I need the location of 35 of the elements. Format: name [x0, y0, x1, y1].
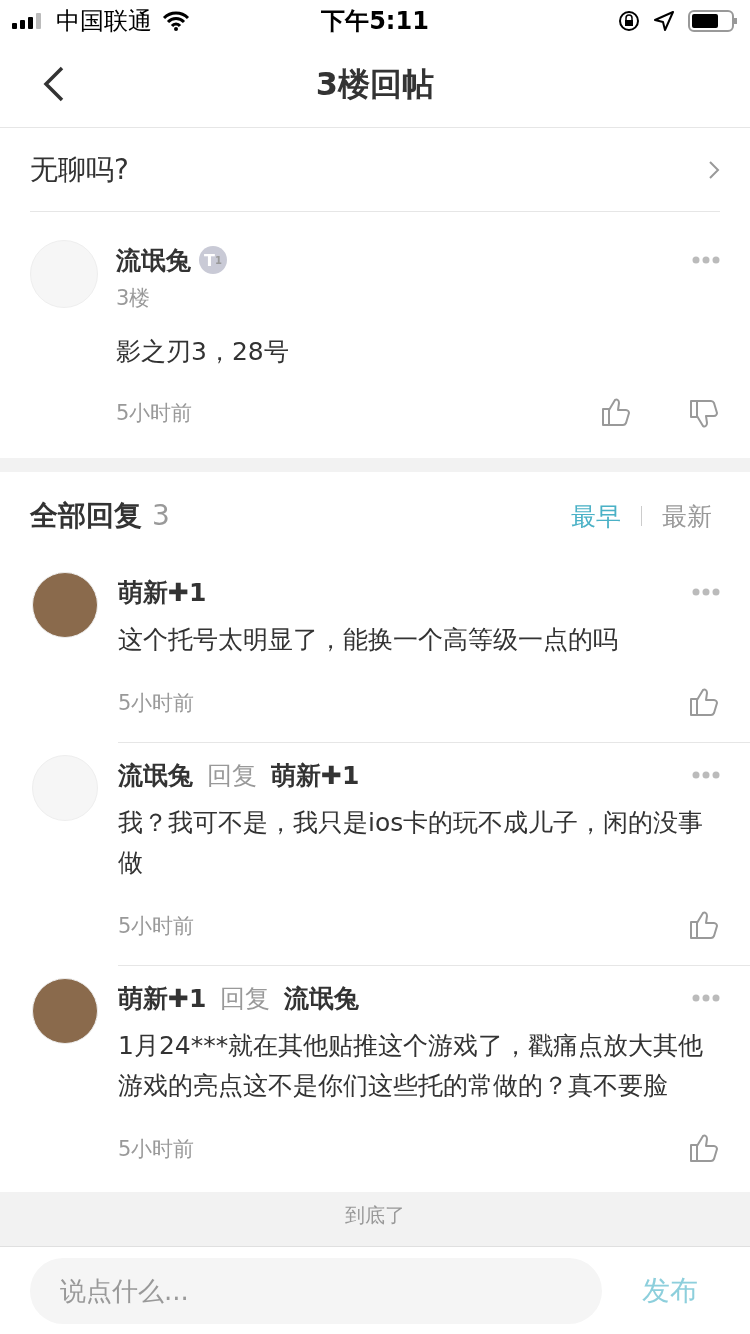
back-icon[interactable] — [42, 66, 66, 102]
username[interactable]: 流氓兔 — [118, 758, 193, 792]
reply-time: 5小时前 — [118, 690, 195, 717]
battery-icon — [688, 10, 738, 32]
reply-time: 5小时前 — [118, 913, 195, 940]
more-icon[interactable] — [692, 771, 720, 779]
carrier-name: 中国联通 — [56, 6, 152, 37]
reply-label: 回复 — [207, 759, 257, 792]
topic-title[interactable]: 无聊吗? — [30, 150, 129, 189]
username[interactable]: 流氓兔 — [116, 243, 191, 277]
username[interactable]: 流氓兔 — [284, 981, 360, 1015]
username[interactable]: 萌新✚1 — [118, 981, 207, 1015]
end-of-list-text: 到底了 — [345, 1202, 405, 1229]
floor-number: 3楼 — [116, 285, 152, 312]
more-icon[interactable] — [692, 994, 720, 1002]
more-icon[interactable] — [692, 256, 720, 264]
wifi-icon — [162, 11, 190, 31]
rotation-lock-icon — [618, 10, 640, 32]
chevron-right-icon[interactable] — [708, 159, 720, 180]
post-text: 影之刃3，28号 — [116, 336, 290, 368]
reply-time: 5小时前 — [118, 1136, 195, 1163]
location-arrow-icon — [654, 11, 674, 31]
reply-text: 我？我可不是，我只是ios卡的玩不成儿子，闲的没事做 — [118, 807, 705, 879]
reply-text: 这个托号太明显了，能换一个高等级一点的吗 — [118, 624, 619, 656]
username[interactable]: 萌新✚1 — [118, 575, 207, 609]
page-title: 3楼回帖 — [315, 63, 435, 105]
post-time: 5小时前 — [116, 400, 193, 427]
clock-time: 下午5:11 — [321, 6, 429, 37]
username[interactable]: 萌新✚1 — [271, 758, 360, 792]
reply-text: 1月24***就在其他贴推这个游戏了，戳痛点放大其他游戏的亮点这不是你们这些托的常做的？真不要脸 — [118, 1030, 705, 1102]
reply-label: 回复 — [220, 982, 271, 1015]
section-title: 全部回复 — [30, 499, 142, 532]
reply-count: 3 — [152, 499, 170, 532]
more-icon[interactable] — [692, 588, 720, 596]
comment-input[interactable]: 说点什么... — [30, 1257, 602, 1324]
